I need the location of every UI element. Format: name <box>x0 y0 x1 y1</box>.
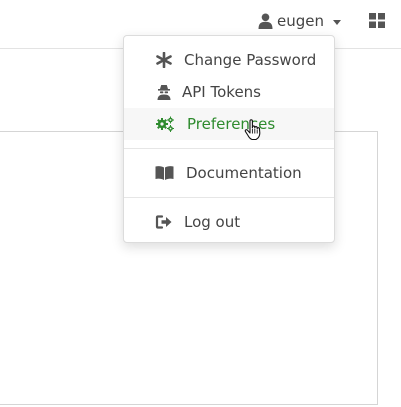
user-icon <box>258 13 273 29</box>
apps-grid-icon[interactable] <box>369 13 385 28</box>
sign-out-icon <box>155 215 172 229</box>
menu-item-label: Preferences <box>187 115 276 133</box>
menu-item-preferences[interactable]: Preferences <box>124 108 334 140</box>
menu-item-documentation[interactable]: Documentation <box>124 157 334 189</box>
user-menu-toggle[interactable]: eugen <box>258 10 341 32</box>
book-open-icon <box>155 166 174 180</box>
menu-item-label: Documentation <box>186 164 302 182</box>
menu-divider <box>124 197 334 198</box>
asterisk-icon <box>156 52 172 68</box>
menu-item-label: Log out <box>184 213 241 231</box>
user-secret-icon <box>157 85 171 100</box>
cogs-icon <box>156 116 174 132</box>
username-label: eugen <box>277 12 324 30</box>
menu-item-log-out[interactable]: Log out <box>124 206 334 238</box>
menu-divider <box>124 148 334 149</box>
menu-item-api-tokens[interactable]: API Tokens <box>124 76 334 108</box>
user-dropdown-menu: Change Password API Tokens Preferences D… <box>123 35 335 243</box>
menu-item-change-password[interactable]: Change Password <box>124 44 334 76</box>
menu-item-label: API Tokens <box>182 83 261 101</box>
menu-item-label: Change Password <box>184 51 317 69</box>
caret-down-icon <box>333 19 341 25</box>
